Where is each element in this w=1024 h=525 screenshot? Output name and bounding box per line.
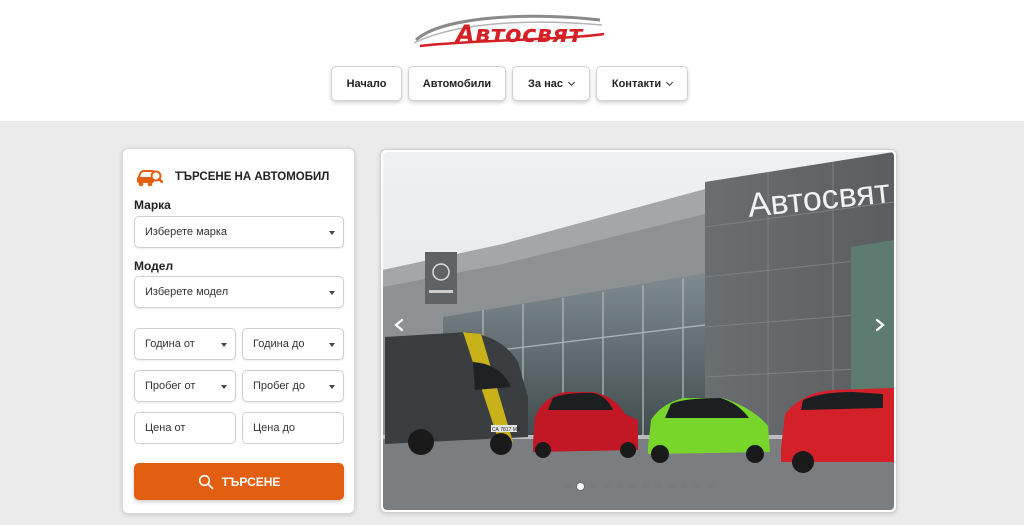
caret-down-icon (221, 385, 227, 389)
carousel-dot[interactable] (706, 483, 714, 490)
caret-down-icon (329, 231, 335, 235)
carousel-dot[interactable] (680, 483, 688, 490)
carousel-dot[interactable] (654, 483, 662, 490)
year-from-select[interactable]: Година от (134, 328, 236, 360)
chevron-down-icon (666, 78, 674, 86)
carousel-dot[interactable] (667, 483, 675, 490)
caret-down-icon (329, 385, 335, 389)
logo-text: Автосвят (456, 20, 583, 48)
carousel-next-icon[interactable] (872, 317, 888, 333)
carousel-dot[interactable] (589, 483, 597, 490)
mileage-to-value: Пробег до (253, 380, 306, 392)
carousel-dot[interactable] (576, 483, 584, 490)
year-to-select[interactable]: Година до (242, 328, 344, 360)
search-button-label: ТЪРСЕНЕ (221, 474, 281, 489)
price-from-placeholder: Цена от (145, 422, 186, 434)
nav-item-label: Автомобили (422, 77, 492, 90)
caret-down-icon (221, 343, 227, 347)
search-header: ТЪРСЕНЕ НА АВТОМОБИЛ (135, 165, 329, 189)
price-to-placeholder: Цена до (253, 422, 296, 434)
carousel-dot[interactable] (641, 483, 649, 490)
caret-down-icon (329, 291, 335, 295)
mileage-from-value: Пробег от (145, 380, 196, 392)
carousel-indicators (383, 483, 894, 490)
site-logo[interactable]: Автосвят (412, 10, 607, 52)
caret-down-icon (329, 343, 335, 347)
model-select[interactable]: Изберете модел (134, 276, 344, 308)
van: СА 7817 МК (385, 332, 528, 455)
site-header: Автосвят Начало Автомобили За нас Контак… (0, 0, 1024, 121)
carousel-prev-icon[interactable] (391, 317, 407, 333)
van-plate: СА 7817 МК (492, 427, 520, 433)
chevron-down-icon (567, 78, 576, 86)
car-search-form: ТЪРСЕНЕ НА АВТОМОБИЛ Марка Изберете марк… (122, 148, 355, 514)
car-search-icon (137, 170, 163, 187)
model-label: Модел (134, 259, 174, 273)
price-to-input[interactable]: Цена до (242, 412, 344, 444)
nav-item-cars[interactable]: Автомобили (408, 66, 506, 101)
mileage-from-select[interactable]: Пробег от (134, 370, 236, 402)
nav-item-label: Начало (346, 77, 387, 90)
mileage-to-select[interactable]: Пробег до (242, 370, 344, 402)
search-button[interactable]: ТЪРСЕНЕ (134, 463, 344, 500)
carousel-dot[interactable] (693, 483, 701, 490)
carousel-slide: Автосвят СА 7817 МК (383, 152, 894, 510)
carousel-dot[interactable] (628, 483, 636, 490)
nav-item-label: За нас (528, 77, 563, 90)
nav-item-home[interactable]: Начало (331, 66, 402, 101)
carousel-dot[interactable] (602, 483, 610, 490)
nav-item-about[interactable]: За нас (512, 66, 590, 101)
nav-item-label: Контакти (611, 77, 662, 90)
make-select-value: Изберете марка (145, 226, 228, 238)
search-icon (198, 474, 213, 489)
price-from-input[interactable]: Цена от (134, 412, 236, 444)
model-select-value: Изберете модел (145, 286, 229, 298)
carousel-dot[interactable] (615, 483, 623, 490)
main-nav: Начало Автомобили За нас Контакти (0, 66, 1024, 102)
nav-item-contacts[interactable]: Контакти (596, 66, 688, 101)
hero-carousel[interactable]: Автосвят СА 7817 МК (380, 149, 897, 513)
make-select[interactable]: Изберете марка (134, 216, 344, 248)
carousel-dot[interactable] (563, 483, 571, 490)
make-label: Марка (134, 198, 171, 212)
year-to-value: Година до (253, 338, 305, 350)
search-title: ТЪРСЕНЕ НА АВТОМОБИЛ (175, 171, 330, 183)
year-from-value: Година от (145, 338, 195, 350)
showroom-photo: Автосвят СА 7817 МК (383, 152, 894, 510)
